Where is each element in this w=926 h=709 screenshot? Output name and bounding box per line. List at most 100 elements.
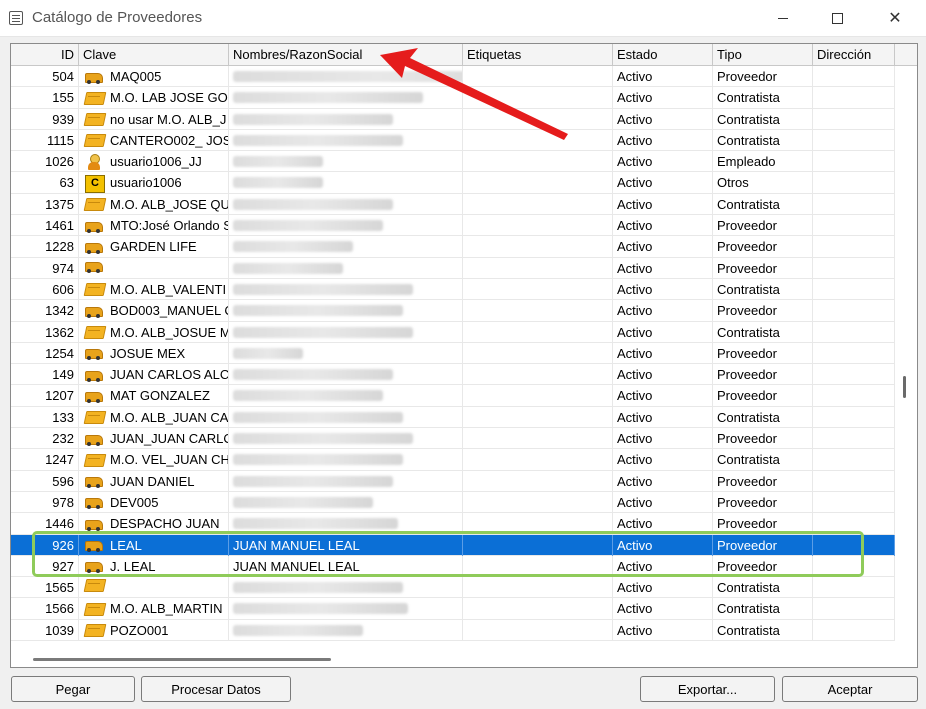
maximize-button[interactable] [814,0,860,36]
cell-estado: Activo [613,491,713,513]
truck-icon [83,473,107,489]
cell-nombre-redacted [229,364,463,386]
cell-estado: Activo [613,577,713,599]
cell-clave: usuario1006_JJ [79,151,229,173]
cell-etiquetas [463,215,613,237]
horizontal-scrollbar[interactable] [11,653,895,667]
cell-direccion [813,491,895,513]
cell-direccion [813,108,895,130]
table-row[interactable]: 926 LEAL JUAN MANUEL LEAL Activo Proveedor [11,534,895,556]
pegar-button[interactable]: Pegar [11,676,135,702]
cell-estado: Activo [613,555,713,577]
cell-estado: Activo [613,385,713,407]
column-header-nombre[interactable]: Nombres/RazonSocial [229,44,463,66]
exportar-button[interactable]: Exportar... [640,676,775,702]
table-row[interactable]: 1115 CANTERO002_ JOS Activo Contratista [11,129,895,152]
redacted-text [233,156,323,168]
truck-icon [83,431,107,447]
table-row[interactable]: 1247 M.O. VEL_JUAN CH Activo Contratista [11,449,895,471]
cell-estado: Activo [613,236,713,258]
cell-estado: Activo [613,172,713,194]
cell-tipo: Proveedor [713,300,813,322]
vertical-scroll-thumb[interactable] [903,376,906,398]
minimize-button[interactable] [760,0,806,36]
cell-direccion [813,193,895,215]
column-header-estado[interactable]: Estado [613,44,713,66]
column-header-direccion[interactable]: Dirección [813,44,895,66]
cell-estado: Activo [613,619,713,641]
aceptar-button[interactable]: Aceptar [782,676,918,702]
table-row[interactable]: 1566 M.O. ALB_MARTIN Activo Contratista [11,598,895,620]
table-row[interactable]: 232 JUAN_JUAN CARLO Activo Proveedor [11,428,895,450]
table-row[interactable]: 1342 BOD003_MANUEL C Activo Proveedor [11,300,895,322]
cell-etiquetas [463,321,613,343]
truck-icon [83,239,107,255]
cell-clave: M.O. VEL_JUAN CH [79,449,229,471]
column-header-etiquetas[interactable]: Etiquetas [463,44,613,66]
cell-id: 1375 [11,193,79,215]
cell-clave: DEV005 [79,491,229,513]
column-header-clave[interactable]: Clave [79,44,229,66]
table-row[interactable]: 1026 usuario1006_JJ Activo Empleado [11,151,895,173]
table-row[interactable]: 974 Activo Proveedor [11,257,895,279]
cell-clave: MTO:José Orlando S [79,215,229,237]
table-row[interactable]: 149 JUAN CARLOS ALC Activo Proveedor [11,364,895,386]
cell-id: 1247 [11,449,79,471]
table-row[interactable]: 1207 MAT GONZALEZ Activo Proveedor [11,385,895,407]
cell-tipo: Contratista [713,87,813,109]
table-row[interactable]: 978 DEV005 Activo Proveedor [11,491,895,514]
cell-estado: Activo [613,321,713,343]
table-row[interactable]: 1565 Activo Contratista [11,577,895,599]
redacted-text [233,113,393,125]
table-row[interactable]: 1375 M.O. ALB_JOSE QU Activo Contratista [11,193,895,216]
close-button[interactable]: ✕ [872,0,918,36]
redacted-text [233,518,398,530]
cell-direccion [813,151,895,173]
cell-direccion [813,215,895,237]
table-row[interactable]: 939 no usar M.O. ALB_J Activo Contratista [11,108,895,130]
cell-etiquetas [463,342,613,364]
table-row[interactable]: 1446 DESPACHO JUAN Activo Proveedor [11,513,895,535]
cell-etiquetas [463,491,613,513]
cell-tipo: Proveedor [713,342,813,364]
cell-direccion [813,534,895,556]
cell-id: 1254 [11,342,79,364]
cell-tipo: Proveedor [713,66,813,87]
table-row[interactable]: 606 M.O. ALB_VALENTI Activo Contratista [11,278,895,301]
table-row[interactable]: 63 usuario1006 ActivoOtros [11,172,895,194]
cell-etiquetas [463,428,613,450]
suppliers-grid[interactable]: ID Clave Nombres/RazonSocial Etiquetas E… [10,43,918,668]
redacted-text [233,283,413,295]
clave-text: DESPACHO JUAN [110,516,220,532]
cell-nombre-redacted [229,129,463,151]
cell-nombre-redacted [229,257,463,279]
clave-text: M.O. LAB JOSE GO [110,90,228,106]
cell-tipo: Proveedor [713,215,813,237]
table-row[interactable]: 133 M.O. ALB_JUAN CA Activo Contratista [11,406,895,429]
cell-nombre-redacted [229,236,463,258]
table-row[interactable]: 596 JUAN DANIEL Activo Proveedor [11,470,895,492]
column-header-id[interactable]: ID [11,44,79,66]
table-row[interactable]: 1039 POZO001 Activo Contratista [11,619,895,642]
table-row[interactable]: 155 M.O. LAB JOSE GO Activo Contratista [11,87,895,109]
table-row[interactable]: 504 MAQ005 Activo Proveedor [11,66,895,88]
cell-clave: LEAL [79,534,229,556]
horizontal-scroll-thumb[interactable] [33,658,331,661]
table-row[interactable]: 1254 JOSUE MEX Activo Proveedor [11,342,895,365]
table-row[interactable]: 1461 MTO:José Orlando S Activo Proveedor [11,215,895,237]
table-row[interactable]: 927 J. LEAL JUAN MANUEL LEAL Activo Proveedo… [11,555,895,578]
table-row[interactable]: 1228 GARDEN LIFE Activo Proveedor [11,236,895,258]
redacted-text [233,624,363,636]
cell-nombre-redacted [229,491,463,513]
redacted-text [233,496,373,508]
table-row[interactable]: 1362 M.O. ALB_JOSUE M Activo Contratista [11,321,895,343]
cell-etiquetas [463,598,613,620]
vertical-scrollbar[interactable] [895,66,917,667]
cell-direccion [813,66,895,87]
cell-id: 1026 [11,151,79,173]
column-header-tipo[interactable]: Tipo [713,44,813,66]
procesar-datos-button[interactable]: Procesar Datos [141,676,291,702]
cell-tipo: Proveedor [713,491,813,513]
truck-icon [83,218,107,234]
box-icon [83,452,107,468]
